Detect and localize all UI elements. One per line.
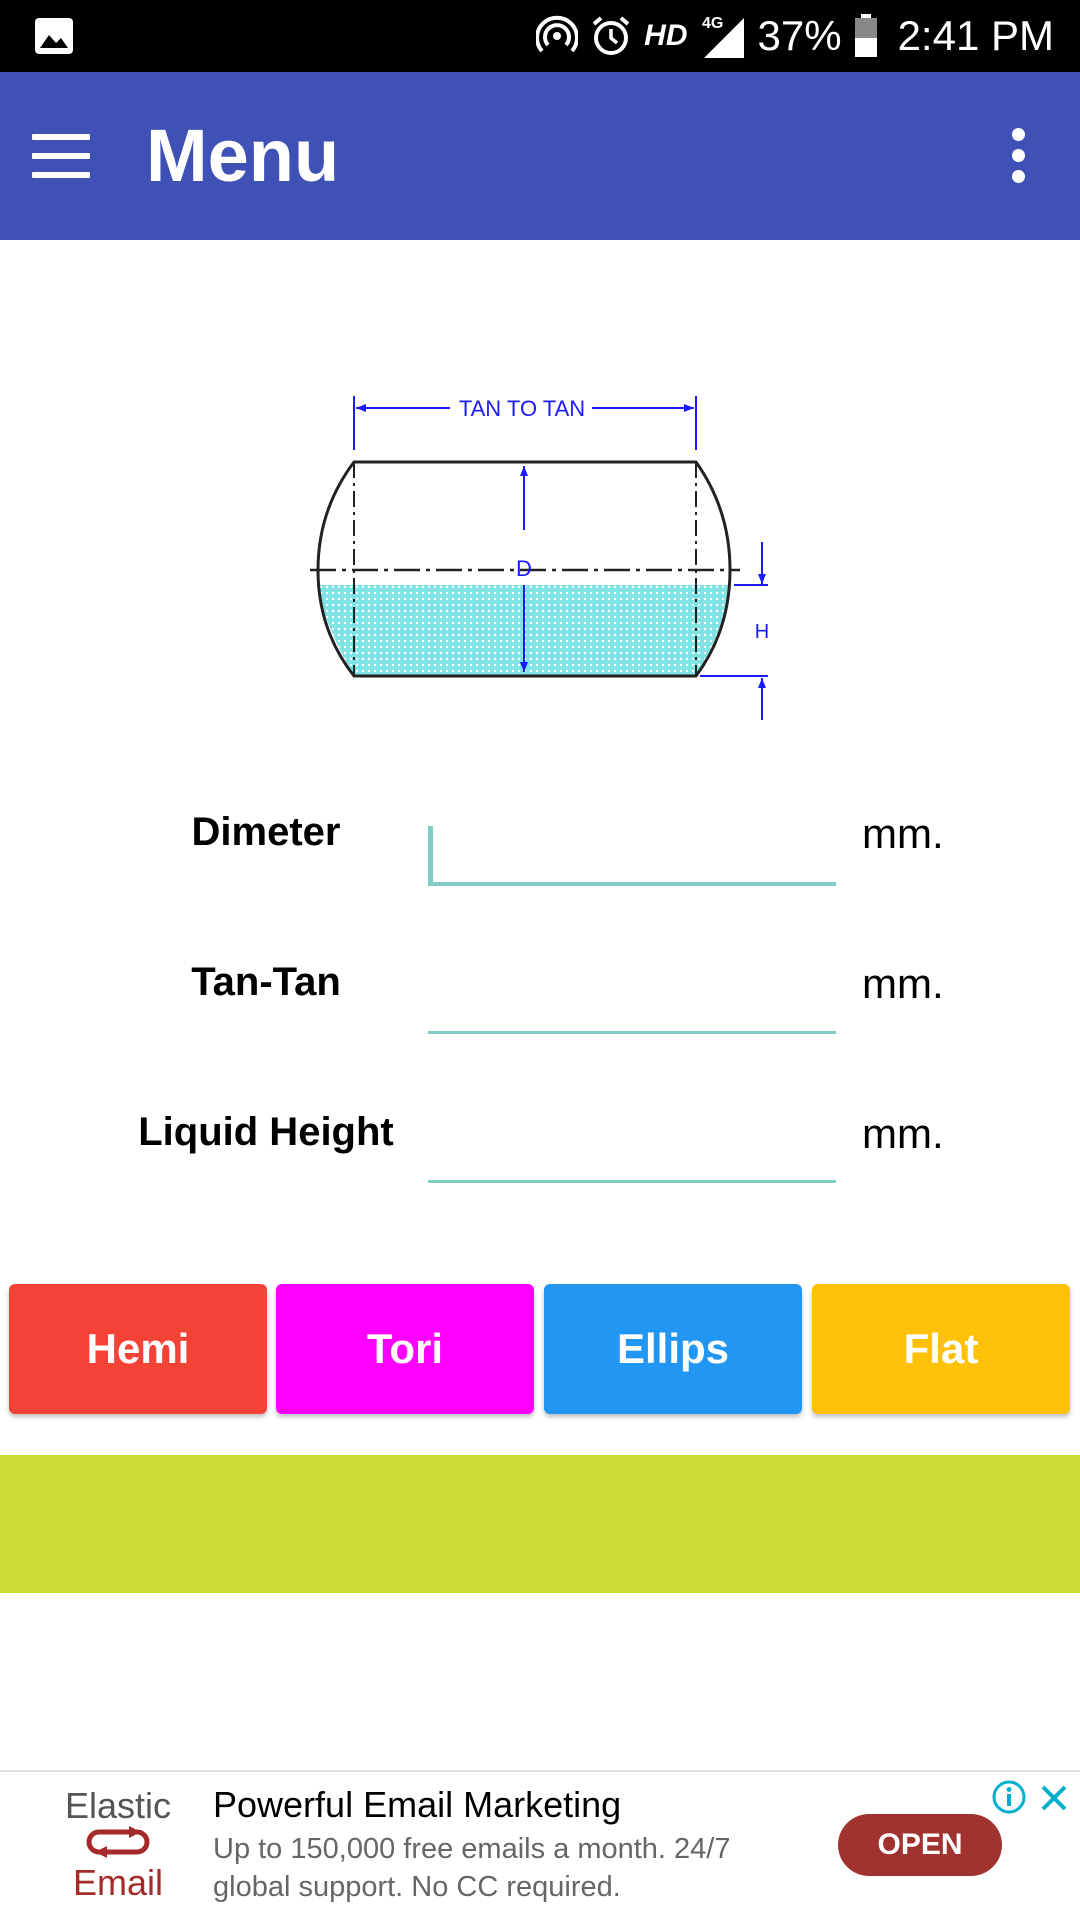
signal-icon: 4G — [702, 15, 744, 58]
liquid-height-label: H — [755, 621, 769, 643]
liquid-height-input[interactable] — [428, 1122, 836, 1183]
diameter-label-text: Dimeter — [191, 810, 341, 854]
gallery-icon — [35, 18, 73, 54]
info-icon[interactable] — [992, 1780, 1026, 1814]
clock: 2:41 PM — [897, 12, 1054, 59]
logo-arrows-icon — [86, 1826, 150, 1858]
ad-open-button[interactable]: OPEN — [838, 1814, 1002, 1876]
result-display — [0, 1455, 1080, 1593]
overflow-menu-icon[interactable] — [1008, 128, 1028, 184]
logo-text-top: Elastic — [64, 1785, 172, 1826]
tan-tan-label-text: Tan-Tan — [191, 960, 341, 1004]
signal-generation-label: 4G — [702, 15, 723, 32]
flat-button[interactable]: Flat — [812, 1284, 1070, 1414]
tan-tan-input[interactable] — [428, 973, 836, 1034]
hemi-button[interactable]: Hemi — [9, 1284, 267, 1414]
close-icon[interactable] — [1038, 1782, 1070, 1814]
battery-icon — [854, 14, 877, 57]
diameter-label: D — [516, 556, 532, 581]
app-bar: Menu — [0, 72, 1080, 240]
network-type-label: HD — [644, 19, 688, 52]
diameter-row: Dimeter mm. — [0, 800, 1080, 930]
battery-percent: 37% — [757, 12, 842, 59]
diameter-unit: mm. — [862, 810, 944, 857]
advertiser-logo: Elastic Email — [56, 1786, 180, 1903]
tan-tan-unit: mm. — [862, 960, 944, 1007]
ad-headline: Powerful Email Marketing — [213, 1784, 622, 1825]
logo-text-bottom: Email — [72, 1862, 164, 1903]
page-title: Menu — [146, 114, 340, 197]
hotspot-icon — [536, 15, 579, 53]
ellips-button[interactable]: Ellips — [544, 1284, 802, 1414]
diameter-input[interactable] — [428, 824, 836, 886]
tan-tan-row: Tan-Tan mm. — [0, 950, 1080, 1080]
tank-diagram: TAN TO TAN D H — [310, 396, 769, 720]
liquid-height-unit: mm. — [862, 1110, 944, 1157]
ad-banner[interactable]: Elastic Email Powerful Email Marketing U… — [0, 1770, 1080, 1922]
status-bar: HD 4G 37% 2:41 PM — [0, 0, 1080, 72]
tan-to-tan-label: TAN TO TAN — [459, 396, 585, 421]
liquid-height-row: Liquid Height mm. — [0, 1100, 1080, 1230]
liquid-height-label-text: Liquid Height — [138, 1110, 394, 1154]
alarm-icon — [592, 16, 630, 55]
tori-button[interactable]: Tori — [276, 1284, 534, 1414]
ad-body: Up to 150,000 free emails a month. 24/7 … — [213, 1833, 731, 1903]
hamburger-menu-icon[interactable] — [32, 134, 90, 178]
